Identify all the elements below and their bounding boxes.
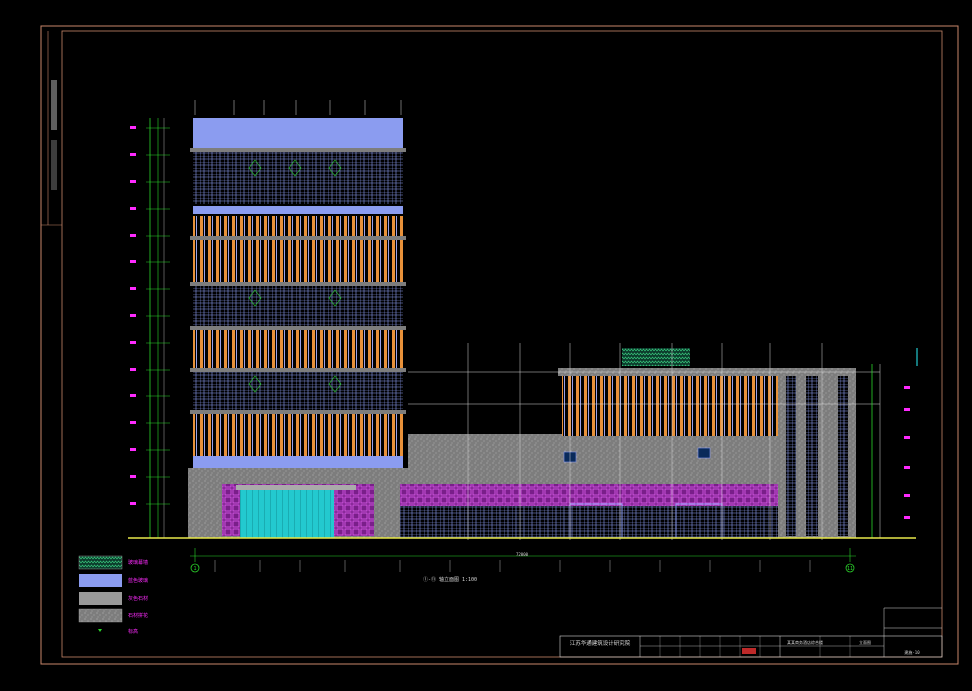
title-block-company: 江苏华通建筑设计研究院 (570, 639, 631, 647)
legend-swatch-gray (79, 592, 122, 605)
grid-axis-right: 11 (845, 563, 855, 573)
legend-swatch-stone-dot (78, 608, 123, 623)
revision-strip (41, 31, 62, 226)
left-level-dimensions (130, 118, 170, 538)
grid-axis-left: 1 (190, 563, 200, 573)
drawing-frame (40, 25, 959, 665)
legend (78, 555, 123, 632)
legend-label-gray: 灰色石材 (128, 596, 149, 602)
svg-text:1: 1 (193, 566, 196, 572)
legend-label-stone-dot: 石材拼花 (128, 613, 149, 619)
legend-swatch-glass-hatch (78, 555, 123, 570)
drawing-caption: ①-⑪ 轴立面图 1:100 (423, 576, 477, 583)
overall-dimension-label: 72000 (516, 552, 529, 557)
cad-drawing-canvas: 1 11 72000 ①-⑪ 轴立面图 1:100 江苏华通建筑设计研究院 某某… (40, 25, 959, 665)
legend-swatch-blue (79, 574, 122, 587)
title-block-drawing-title: 立面图 (859, 639, 871, 645)
title-block-project: 某某商务酒店综合楼 (787, 639, 823, 645)
legend-label-glass-hatch: 玻璃幕墙 (128, 560, 149, 566)
podium (188, 468, 856, 539)
svg-text:11: 11 (847, 566, 853, 572)
middle-block (408, 434, 780, 468)
tower-grid-lines (194, 100, 402, 115)
tower-facade (190, 118, 406, 470)
legend-label-blue: 蓝色玻璃 (128, 578, 149, 584)
legend-label-level-mark: 标高 (128, 629, 139, 635)
title-block (559, 607, 943, 658)
legend-swatch-level-mark (98, 629, 102, 632)
title-block-drawing-no: 建施-10 (904, 649, 920, 655)
right-level-dimensions (871, 348, 918, 538)
